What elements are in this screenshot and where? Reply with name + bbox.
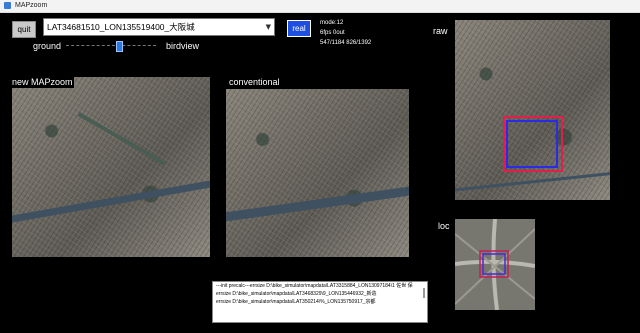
conventional-view	[226, 89, 409, 257]
window-title: MAPzoom	[15, 2, 48, 9]
app-client-area: quit LAT34681510_LON135519400_大阪城 ▼ real…	[0, 13, 640, 333]
raw-view	[455, 20, 610, 200]
window-titlebar: MAPzoom	[0, 0, 640, 13]
real-button[interactable]: real	[287, 20, 311, 37]
zoom-slider[interactable]	[66, 41, 156, 52]
status-counts: 547/1184 826/1392	[320, 40, 372, 46]
panel-title-new-mapzoom: new MAPzoom	[11, 77, 74, 88]
zoom-slider-track[interactable]	[66, 45, 156, 46]
moat	[77, 112, 167, 166]
app-icon	[4, 2, 11, 9]
zoom-slider-thumb[interactable]	[115, 41, 123, 52]
log-line: ---init precalc---errsize D:\bike_simula…	[216, 283, 413, 289]
panel-title-conventional: conventional	[228, 77, 281, 88]
river	[226, 184, 409, 223]
new-mapzoom-view	[12, 77, 210, 257]
slider-label-birdview: birdview	[166, 41, 200, 51]
loc-view	[455, 219, 535, 310]
slider-label-ground: ground	[33, 41, 62, 51]
raw-blue-box	[506, 120, 558, 168]
location-select[interactable]: LAT34681510_LON135519400_大阪城 ▼	[43, 18, 275, 36]
status-mode: mode:12	[320, 20, 344, 26]
status-readout: mode:12 6fps 0out 547/1184 826/1392	[320, 18, 371, 48]
log-line: errsize D:\bike_simulator\mapdata\LAT346…	[216, 291, 377, 297]
log-scrollbar[interactable]	[423, 288, 425, 298]
status-fps: 6fps 0out	[320, 30, 345, 36]
river	[12, 177, 210, 224]
quit-button[interactable]: quit	[12, 21, 36, 38]
chevron-down-icon[interactable]: ▼	[266, 19, 271, 35]
river	[455, 170, 610, 193]
loc-map-icon	[455, 219, 535, 310]
location-select-value: LAT34681510_LON135519400_大阪城	[47, 22, 195, 32]
panel-title-raw: raw	[433, 26, 448, 36]
panel-title-loc: loc	[438, 221, 450, 231]
log-textbox[interactable]: ---init precalc---errsize D:\bike_simula…	[212, 281, 428, 323]
log-line: errsize D:\bike_simulator\mapdata\LAT350…	[216, 299, 376, 305]
